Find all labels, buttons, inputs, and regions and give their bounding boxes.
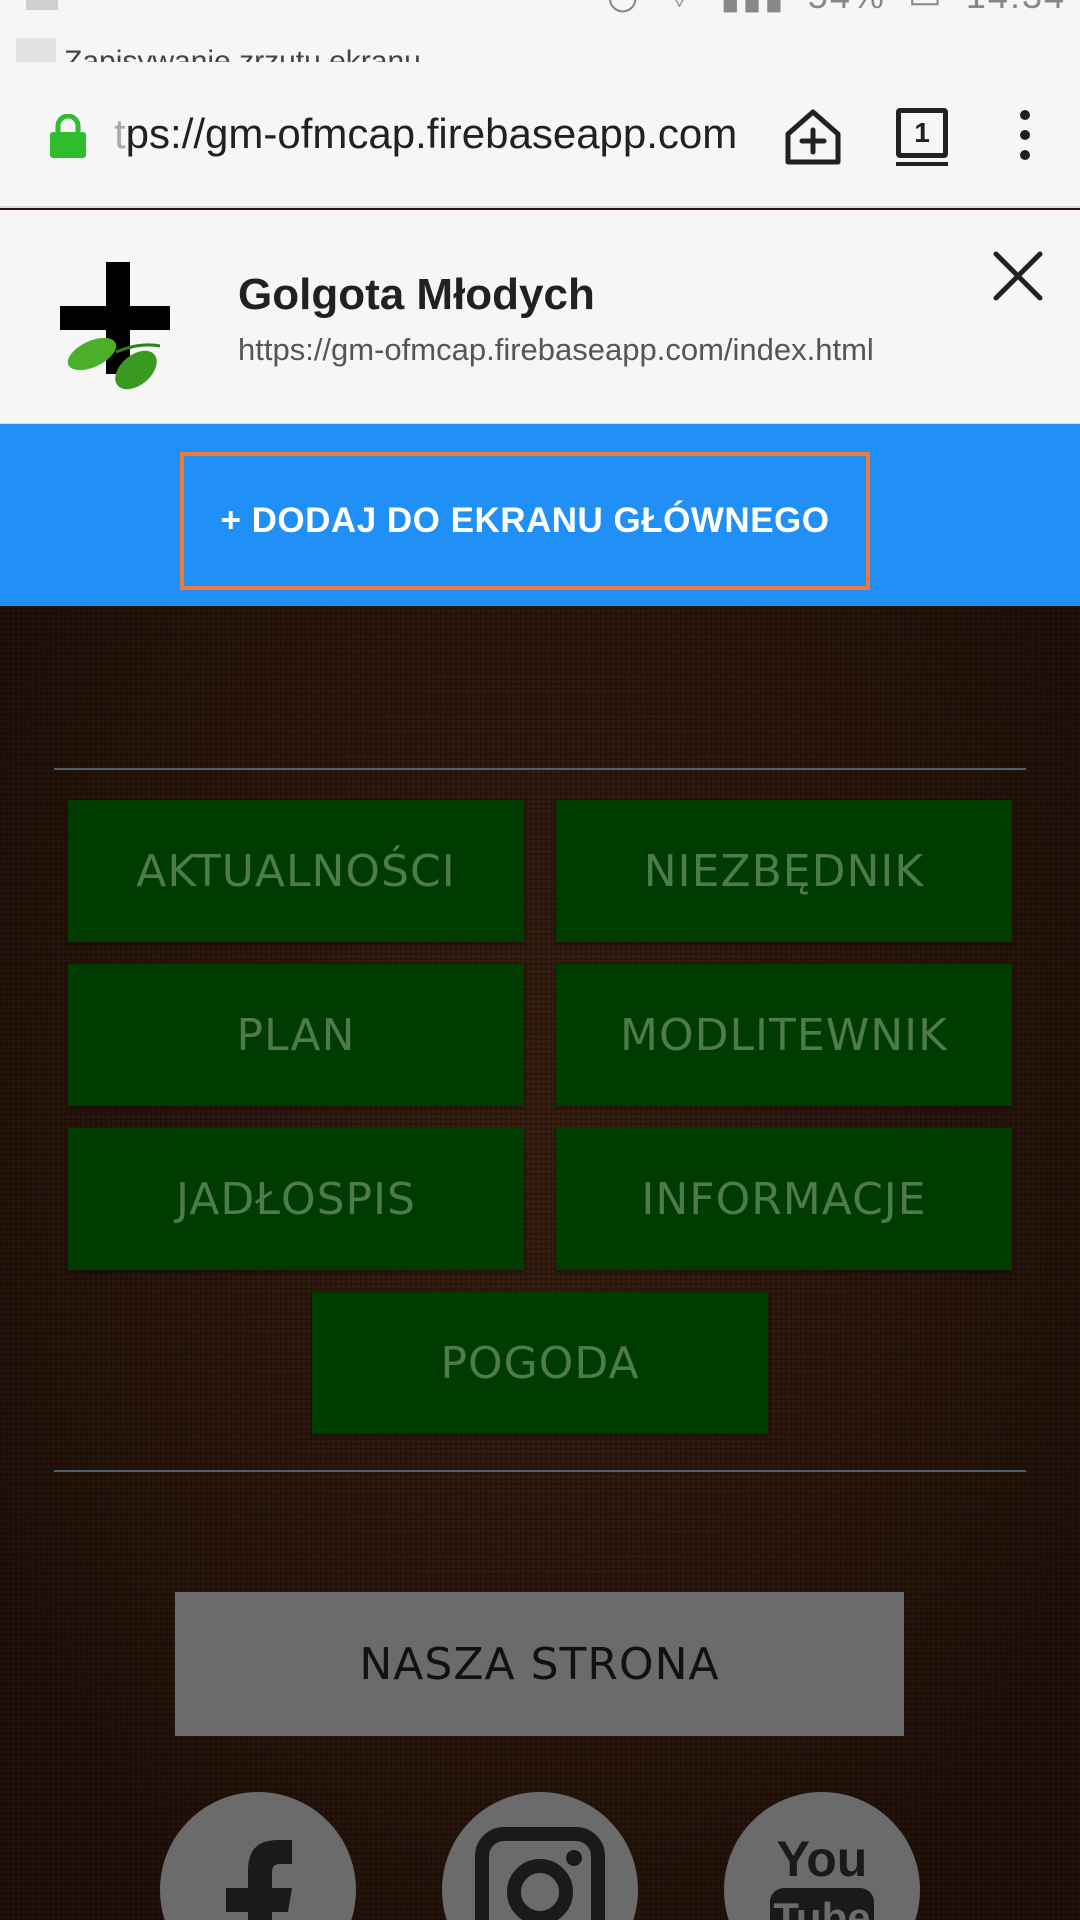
signal-icon: ▮▮▮: [720, 0, 785, 16]
add-to-home-bar: + DODAJ DO EKRANU GŁÓWNEGO: [0, 424, 1080, 606]
tab-count: 1: [896, 108, 948, 158]
close-icon[interactable]: [990, 248, 1046, 304]
tile-jadlospis[interactable]: JADŁOSPIS: [68, 1128, 524, 1270]
battery-icon: ▭: [908, 0, 944, 16]
alarm-icon: ◷: [607, 0, 640, 16]
add-to-home-sheet: Golgota Młodych https://gm-ofmcap.fireba…: [0, 210, 1080, 424]
our-site-button[interactable]: NASZA STRONA: [175, 1592, 904, 1736]
facebook-icon: [226, 1840, 292, 1920]
youtube-button[interactable]: You Tube: [724, 1792, 920, 1920]
status-bar: ◷ ⌔ ▮▮▮ 54% ▭ 14:34 Zapisywanie zrzutu e…: [0, 0, 1080, 62]
battery-percent: 54%: [808, 0, 886, 16]
tile-informacje[interactable]: INFORMACJE: [556, 1128, 1012, 1270]
overflow-menu-icon[interactable]: [1010, 110, 1040, 166]
add-to-home-icon[interactable]: [782, 106, 844, 168]
toast-text: Zapisywanie zrzutu ekranu: [64, 45, 421, 62]
facebook-button[interactable]: [160, 1792, 356, 1920]
tile-pogoda[interactable]: POGODA: [312, 1292, 768, 1434]
url-prefix: t: [114, 110, 126, 157]
wifi-icon: ⌔: [662, 0, 698, 16]
lock-icon: [50, 114, 86, 158]
browser-toolbar: tps://gm-ofmcap.firebaseapp.com 1: [0, 62, 1080, 208]
screenshot-toast: Zapisywanie zrzutu ekranu: [16, 38, 421, 62]
url-field[interactable]: tps://gm-ofmcap.firebaseapp.com: [114, 110, 737, 158]
app-name: Golgota Młodych: [238, 270, 595, 319]
instagram-button[interactable]: [442, 1792, 638, 1920]
app-url: https://gm-ofmcap.firebaseapp.com/index.…: [238, 332, 874, 367]
tab-switcher-button[interactable]: 1: [896, 108, 948, 166]
status-icons: ◷ ⌔ ▮▮▮ 54% ▭ 14:34: [597, 0, 1066, 19]
screenshot-notification-icon: [26, 0, 58, 10]
divider-top: [54, 768, 1026, 770]
tile-aktualnosci[interactable]: AKTUALNOŚCI: [68, 800, 524, 942]
youtube-icon: You Tube: [770, 1831, 874, 1920]
instagram-icon: [475, 1827, 605, 1920]
tile-plan[interactable]: PLAN: [68, 964, 524, 1106]
tile-modlitewnik[interactable]: MODLITEWNIK: [556, 964, 1012, 1106]
clock: 14:34: [966, 0, 1066, 16]
add-to-home-button[interactable]: + DODAJ DO EKRANU GŁÓWNEGO: [180, 452, 870, 590]
url-text: ps://gm-ofmcap.firebaseapp.com: [125, 110, 738, 157]
tab-underline: [896, 162, 948, 166]
youtube-tube-text: Tube: [773, 1894, 870, 1920]
screenshot-thumbnail: [16, 38, 56, 62]
app-logo-cross-icon: [60, 262, 170, 390]
page-content: AKTUALNOŚCI NIEZBĘDNIK PLAN MODLITEWNIK …: [0, 606, 1080, 1920]
tile-niezbednik[interactable]: NIEZBĘDNIK: [556, 800, 1012, 942]
youtube-you-text: You: [777, 1831, 868, 1887]
divider-bottom: [54, 1470, 1026, 1472]
